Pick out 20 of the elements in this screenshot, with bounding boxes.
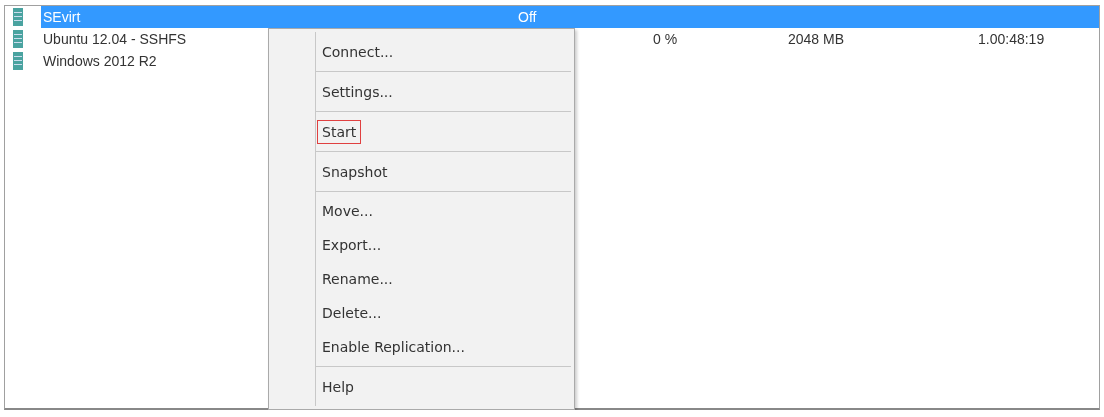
- name-cell-text: Windows 2012 R2: [42, 53, 158, 69]
- menu-item[interactable]: Enable Replication...: [317, 335, 470, 359]
- server-icon: [13, 29, 23, 49]
- memory-cell-text: 2048 MB: [787, 31, 846, 47]
- menu-item[interactable]: Settings...: [317, 79, 398, 104]
- menu-item[interactable]: Help: [317, 374, 359, 399]
- menu-item[interactable]: Start: [317, 119, 362, 144]
- cpu-cell-text: 0 %: [652, 31, 679, 47]
- menu-item[interactable]: Move...: [317, 199, 378, 223]
- name-cell-text: Ubuntu 12.04 - SSHFS: [42, 31, 188, 47]
- uptime-cell-text: 1.00:48:19: [977, 31, 1046, 47]
- menu-item[interactable]: Export...: [317, 233, 387, 257]
- server-icon: [13, 7, 23, 27]
- name-cell-text: SEvirt: [42, 9, 82, 25]
- server-icon: [13, 51, 23, 71]
- menu-item[interactable]: Delete...: [317, 301, 387, 325]
- menu-item[interactable]: Connect...: [317, 39, 399, 64]
- menu-item[interactable]: Snapshot: [317, 159, 393, 184]
- menu-item[interactable]: Rename...: [317, 267, 398, 291]
- state-cell-text: Off: [517, 9, 538, 25]
